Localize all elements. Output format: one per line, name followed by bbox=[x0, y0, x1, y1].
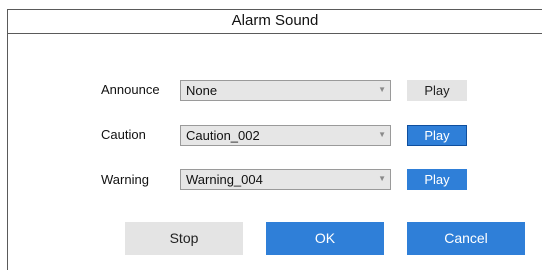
announce-play-button[interactable]: Play bbox=[407, 80, 467, 101]
caution-select-value: Caution_002 bbox=[186, 128, 260, 143]
cancel-button[interactable]: Cancel bbox=[407, 222, 525, 255]
chevron-down-icon: ▼ bbox=[378, 85, 386, 94]
caution-play-button[interactable]: Play bbox=[407, 125, 467, 146]
chevron-down-icon: ▼ bbox=[378, 130, 386, 139]
announce-label: Announce bbox=[101, 82, 160, 97]
warning-select[interactable]: Warning_004 ▼ bbox=[180, 169, 391, 190]
caution-select[interactable]: Caution_002 ▼ bbox=[180, 125, 391, 146]
chevron-down-icon: ▼ bbox=[378, 174, 386, 183]
dialog-title: Alarm Sound bbox=[8, 10, 542, 34]
caution-label: Caution bbox=[101, 127, 146, 142]
warning-label: Warning bbox=[101, 172, 149, 187]
stop-button[interactable]: Stop bbox=[125, 222, 243, 255]
announce-select-value: None bbox=[186, 83, 218, 98]
warning-select-value: Warning_004 bbox=[186, 172, 263, 187]
alarm-sound-dialog: Alarm Sound Announce None ▼ Play Caution… bbox=[7, 9, 542, 270]
warning-play-button[interactable]: Play bbox=[407, 169, 467, 190]
ok-button[interactable]: OK bbox=[266, 222, 384, 255]
announce-select[interactable]: None ▼ bbox=[180, 80, 391, 101]
